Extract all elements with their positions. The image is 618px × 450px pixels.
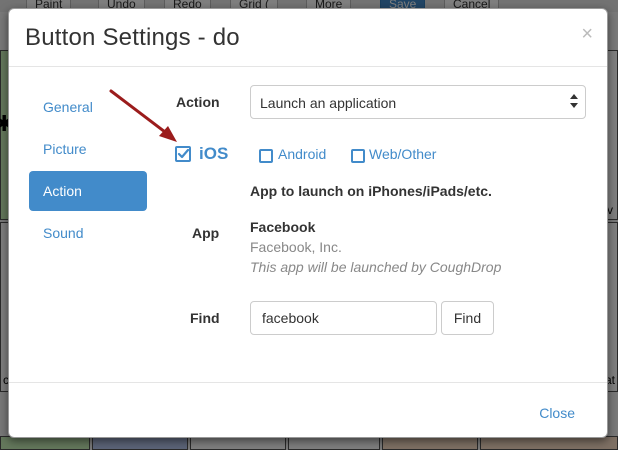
platform-ios-label: iOS xyxy=(199,144,229,163)
unchecked-checkbox-icon[interactable] xyxy=(351,149,365,163)
settings-tabs: General Picture Action Sound xyxy=(29,87,147,255)
dialog-footer: Close xyxy=(9,382,607,437)
app-label: App xyxy=(192,225,220,241)
button-settings-dialog: Button Settings - do × General Picture A… xyxy=(8,8,608,438)
action-select[interactable]: Launch an application xyxy=(250,85,586,119)
close-button[interactable]: Close xyxy=(539,405,575,421)
close-icon[interactable]: × xyxy=(581,24,593,44)
action-select-value: Launch an application xyxy=(260,95,397,111)
tab-action[interactable]: Action xyxy=(29,171,147,211)
dialog-header: Button Settings - do × xyxy=(9,9,607,67)
app-author: Facebook, Inc. xyxy=(250,239,342,255)
select-arrows-icon xyxy=(570,94,578,108)
find-button[interactable]: Find xyxy=(441,301,494,335)
checked-checkbox-icon[interactable] xyxy=(175,146,191,162)
tab-sound[interactable]: Sound xyxy=(29,213,147,253)
platform-heading: App to launch on iPhones/iPads/etc. xyxy=(250,183,492,199)
find-label: Find xyxy=(190,310,220,326)
find-app-input[interactable] xyxy=(250,301,437,335)
action-label: Action xyxy=(176,94,220,110)
tab-picture[interactable]: Picture xyxy=(29,129,147,169)
tab-general[interactable]: General xyxy=(29,87,147,127)
dialog-title: Button Settings - do xyxy=(25,24,240,51)
platform-android-label: Android xyxy=(278,146,327,162)
app-launch-note: This app will be launched by CoughDrop xyxy=(250,259,502,275)
platform-options: iOS Android Web/Other xyxy=(175,144,475,166)
platform-web-label: Web/Other xyxy=(369,146,437,162)
app-name: Facebook xyxy=(250,219,316,235)
unchecked-checkbox-icon[interactable] xyxy=(259,149,273,163)
